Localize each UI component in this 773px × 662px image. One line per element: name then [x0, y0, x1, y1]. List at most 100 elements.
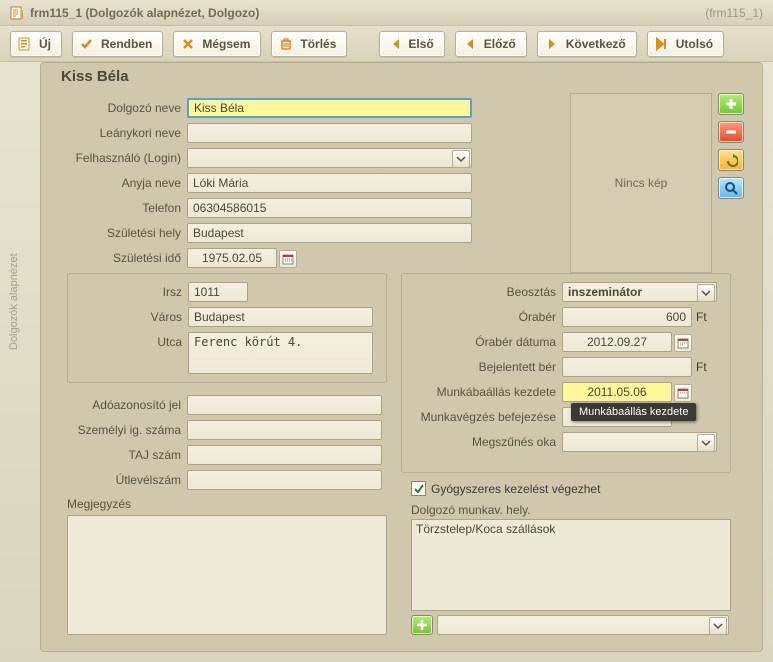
label-idcard: Személyi ig. száma	[67, 423, 187, 437]
no-image-text: Nincs kép	[615, 176, 668, 190]
add-worksite-button[interactable]	[411, 615, 433, 635]
trash-icon	[278, 36, 294, 52]
chevron-down-icon	[697, 434, 715, 452]
window-title: frm115_1 (Dolgozók alapnézet, Dolgozo)	[30, 6, 259, 20]
first-icon	[386, 36, 402, 52]
label-city: Város	[68, 310, 188, 324]
label-note: Megjegyzés	[67, 497, 137, 511]
employment-group: Beosztás inszeminátor Órabér Ft Órabér d…	[401, 273, 731, 473]
regwage-currency: Ft	[696, 360, 707, 374]
prev-button[interactable]: Előző	[455, 31, 527, 57]
ok-label: Rendben	[101, 37, 152, 51]
label-zip: Irsz	[68, 285, 188, 299]
phone-input[interactable]	[187, 198, 472, 218]
worksite-add-row	[411, 615, 729, 635]
zoom-image-button[interactable]	[718, 177, 744, 199]
street-input[interactable]	[188, 332, 373, 374]
new-button[interactable]: Új	[10, 31, 62, 57]
x-icon	[180, 36, 196, 52]
label-med: Gyógyszeres kezelést végezhet	[431, 482, 600, 496]
label-wagedate: Órabér dátuma	[402, 335, 562, 349]
last-icon	[654, 36, 670, 52]
passport-input[interactable]	[187, 470, 382, 490]
label-worksite: Dolgozó munkav. hely.	[411, 503, 537, 517]
name-input[interactable]	[187, 98, 472, 118]
first-button[interactable]: Első	[379, 31, 444, 57]
form-icon	[10, 6, 24, 20]
image-placeholder: Nincs kép	[570, 93, 712, 273]
new-label: Új	[39, 37, 51, 51]
maiden-input[interactable]	[187, 123, 472, 143]
calendar-icon[interactable]	[674, 334, 692, 352]
label-passport: Útlevélszám	[67, 473, 187, 487]
label-street: Utca	[68, 332, 188, 349]
undo-image-button[interactable]	[718, 149, 744, 171]
chevron-down-icon	[452, 150, 470, 168]
position-value: inszeminátor	[568, 285, 642, 299]
tooltip: Munkábaállás kezdete	[571, 403, 696, 421]
label-taj: TAJ szám	[67, 448, 187, 462]
window-header: frm115_1 (Dolgozók alapnézet, Dolgozo) (…	[0, 0, 773, 26]
wage-currency: Ft	[696, 310, 707, 324]
label-position: Beosztás	[402, 285, 562, 299]
window-title-right: (frm115_1)	[705, 6, 763, 20]
chevron-down-icon	[709, 617, 727, 635]
label-endreason: Megszűnés oka	[402, 435, 562, 449]
address-group: Irsz Város Utca	[67, 273, 387, 383]
first-label: Első	[408, 37, 433, 51]
med-checkbox[interactable]	[411, 481, 426, 496]
record-title: Kiss Béla	[61, 68, 129, 85]
prev-icon	[462, 36, 478, 52]
note-input[interactable]	[67, 515, 387, 635]
next-icon	[544, 36, 560, 52]
prev-label: Előző	[484, 37, 516, 51]
worksite-add-combo[interactable]	[437, 615, 729, 635]
startwork-input[interactable]	[562, 382, 672, 402]
form-panel: Kiss Béla Nincs kép Dolgozó neve Leányko…	[40, 62, 763, 652]
last-button[interactable]: Utolsó	[647, 31, 724, 57]
position-combo[interactable]: inszeminátor	[562, 282, 717, 302]
birthdate-input[interactable]	[187, 248, 277, 268]
taj-input[interactable]	[187, 445, 382, 465]
chevron-down-icon	[697, 284, 715, 302]
new-icon	[17, 36, 33, 52]
ok-button[interactable]: Rendben	[72, 31, 163, 57]
next-button[interactable]: Következő	[537, 31, 637, 57]
regwage-input[interactable]	[562, 357, 692, 377]
birthplace-input[interactable]	[187, 223, 472, 243]
label-birthplace: Születési hely	[67, 226, 187, 240]
delete-label: Törlés	[300, 37, 336, 51]
login-combo[interactable]	[187, 148, 472, 168]
calendar-icon[interactable]	[674, 384, 692, 402]
label-startwork: Munkábaállás kezdete	[402, 385, 562, 399]
label-login: Felhasználó (Login)	[67, 151, 187, 165]
delete-button[interactable]: Törlés	[271, 31, 347, 57]
label-wage: Órabér	[402, 310, 562, 324]
wagedate-input[interactable]	[562, 332, 672, 352]
idcard-input[interactable]	[187, 420, 382, 440]
label-phone: Telefon	[67, 201, 187, 215]
worksite-item[interactable]: Törzstelep/Koca szállások	[416, 522, 726, 536]
calendar-icon[interactable]	[279, 250, 297, 268]
remove-image-button[interactable]	[718, 121, 744, 143]
cancel-button[interactable]: Mégsem	[173, 31, 261, 57]
label-endwork: Munkavégzés befejezése	[402, 410, 562, 424]
cancel-label: Mégsem	[202, 37, 250, 51]
zip-input[interactable]	[188, 282, 248, 302]
next-label: Következő	[566, 37, 626, 51]
side-orientation-text: Dolgozók alapnézet	[8, 253, 20, 350]
label-tax: Adóazonosító jel	[67, 398, 187, 412]
city-input[interactable]	[188, 307, 373, 327]
label-birthdate: Születési idő	[67, 251, 187, 265]
label-maiden: Leánykori neve	[67, 126, 187, 140]
image-side-buttons	[718, 93, 746, 199]
endreason-combo[interactable]	[562, 432, 717, 452]
check-icon	[79, 36, 95, 52]
add-image-button[interactable]	[718, 93, 744, 115]
label-regwage: Bejelentett bér	[402, 360, 562, 374]
last-label: Utolsó	[676, 37, 713, 51]
worksite-list[interactable]: Törzstelep/Koca szállások	[411, 519, 731, 611]
mother-input[interactable]	[187, 173, 472, 193]
tax-input[interactable]	[187, 395, 382, 415]
wage-input[interactable]	[562, 307, 692, 327]
